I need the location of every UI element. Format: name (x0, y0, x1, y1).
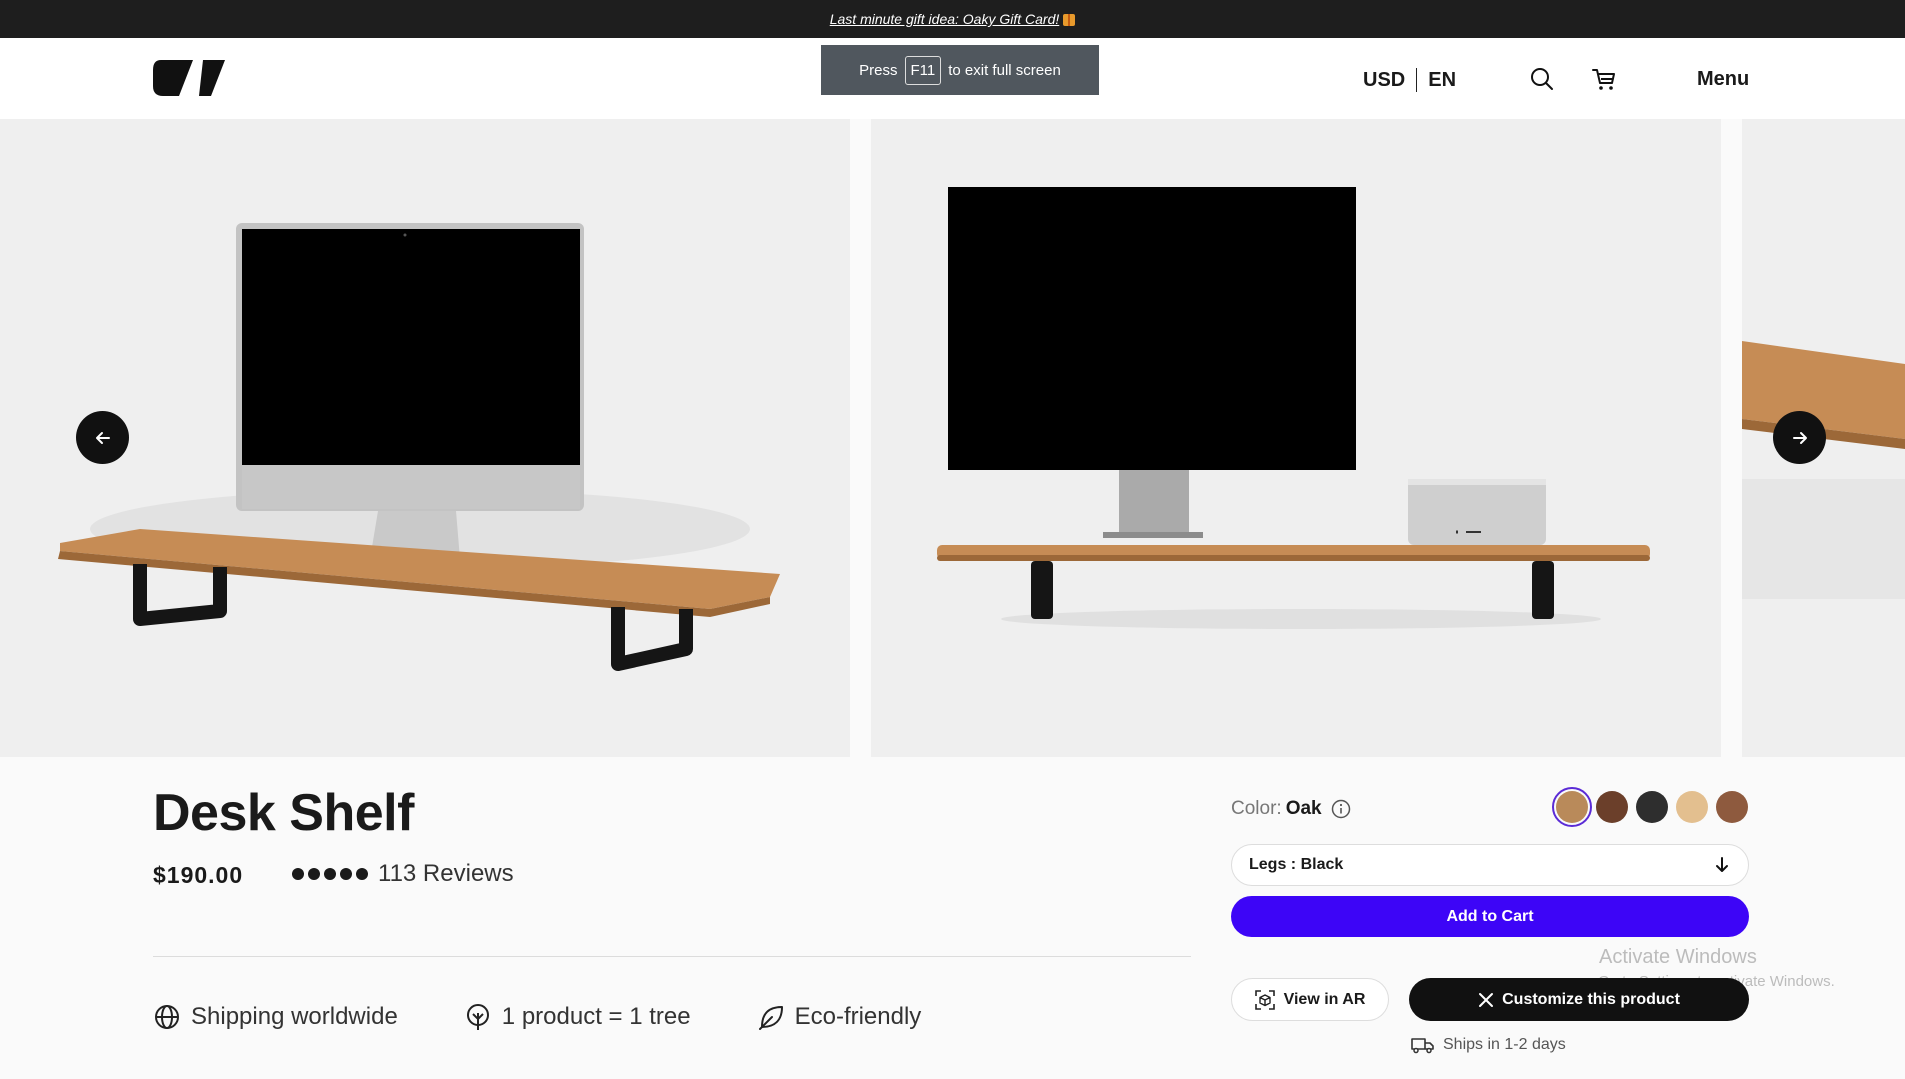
customize-label: Customize this product (1502, 990, 1680, 1008)
rating-stars (292, 868, 368, 880)
color-label: Color: (1231, 798, 1282, 819)
color-swatches (1552, 787, 1748, 827)
site-header: Press F11 to exit full screen USD EN Men… (0, 38, 1905, 119)
section-divider (153, 956, 1191, 957)
star-icon (308, 868, 320, 880)
toast-suffix-text: to exit full screen (948, 61, 1061, 79)
locale-switcher: USD EN (1363, 68, 1456, 92)
star-icon (324, 868, 336, 880)
star-icon (340, 868, 352, 880)
star-icon (356, 868, 368, 880)
ar-icon (1254, 989, 1275, 1010)
star-icon (292, 868, 304, 880)
color-swatch-black[interactable] (1636, 791, 1668, 823)
tools-icon (1479, 992, 1494, 1007)
product-rating[interactable]: 113 Reviews (292, 860, 514, 888)
arrow-left-icon (95, 431, 110, 444)
shipping-note: Ships in 1-2 days (1411, 1036, 1566, 1054)
color-swatch-walnut[interactable] (1596, 791, 1628, 823)
product-title: Desk Shelf (153, 784, 414, 842)
gallery-slide-monitor (871, 119, 1721, 757)
gift-card-link[interactable]: Last minute gift idea: Oaky Gift Card! (830, 11, 1076, 27)
currency-selector[interactable]: USD (1363, 69, 1405, 92)
feature-eco-label: Eco-friendly (794, 1003, 922, 1030)
gift-icon (1063, 14, 1076, 27)
arrow-right-icon (1792, 431, 1807, 444)
announcement-bar: Last minute gift idea: Oaky Gift Card! (0, 0, 1905, 38)
color-selector-label: Color: Oak (1231, 798, 1351, 820)
legs-select-value: Legs : Black (1249, 856, 1344, 873)
watermark-title: Activate Windows (1599, 946, 1757, 968)
color-swatch-cherry[interactable] (1716, 791, 1748, 823)
add-to-cart-button[interactable]: Add to Cart (1231, 896, 1749, 937)
reviews-link[interactable]: 113 Reviews (378, 860, 514, 888)
customize-button[interactable]: Customize this product (1409, 978, 1749, 1021)
color-swatch-maple[interactable] (1676, 791, 1708, 823)
menu-button[interactable]: Menu (1697, 68, 1749, 91)
tree-icon (466, 1004, 489, 1030)
feature-shipping-label: Shipping worldwide (191, 1003, 398, 1030)
gift-card-link-text: Last minute gift idea: Oaky Gift Card! (829, 11, 1060, 27)
color-value: Oak (1285, 798, 1322, 819)
ships-text: Ships in 1-2 days (1443, 1036, 1566, 1053)
truck-icon (1411, 1038, 1434, 1054)
gallery-next-button[interactable] (1773, 411, 1826, 464)
language-selector[interactable]: EN (1428, 69, 1456, 92)
product-price: $190.00 (153, 862, 244, 888)
fullscreen-toast: Press F11 to exit full screen (821, 45, 1099, 95)
toast-key: F11 (904, 55, 942, 85)
legs-select[interactable]: Legs : Black (1231, 844, 1749, 886)
feature-tree-label: 1 product = 1 tree (501, 1003, 691, 1030)
brand-logo[interactable] (153, 58, 225, 98)
info-icon[interactable] (1331, 799, 1351, 819)
product-gallery (0, 119, 1905, 757)
leaf-icon (758, 1006, 783, 1030)
feature-shipping: Shipping worldwide (153, 1003, 398, 1031)
view-in-ar-button[interactable]: View in AR (1231, 978, 1389, 1021)
toast-press-text: Press (859, 61, 898, 79)
feature-list: Shipping worldwide 1 product = 1 tree Ec… (153, 1003, 987, 1031)
cart-icon[interactable] (1590, 65, 1618, 93)
locale-divider (1416, 68, 1418, 92)
search-icon[interactable] (1528, 65, 1556, 93)
arrow-down-icon (1716, 857, 1728, 872)
feature-tree: 1 product = 1 tree (464, 1003, 691, 1031)
feature-eco: Eco-friendly (757, 1003, 922, 1031)
globe-icon (155, 1005, 179, 1029)
desk-shelf-monitor-image (937, 187, 1650, 629)
view-in-ar-label: View in AR (1283, 990, 1366, 1008)
gallery-prev-button[interactable] (76, 411, 129, 464)
color-swatch-oak[interactable] (1552, 787, 1592, 827)
